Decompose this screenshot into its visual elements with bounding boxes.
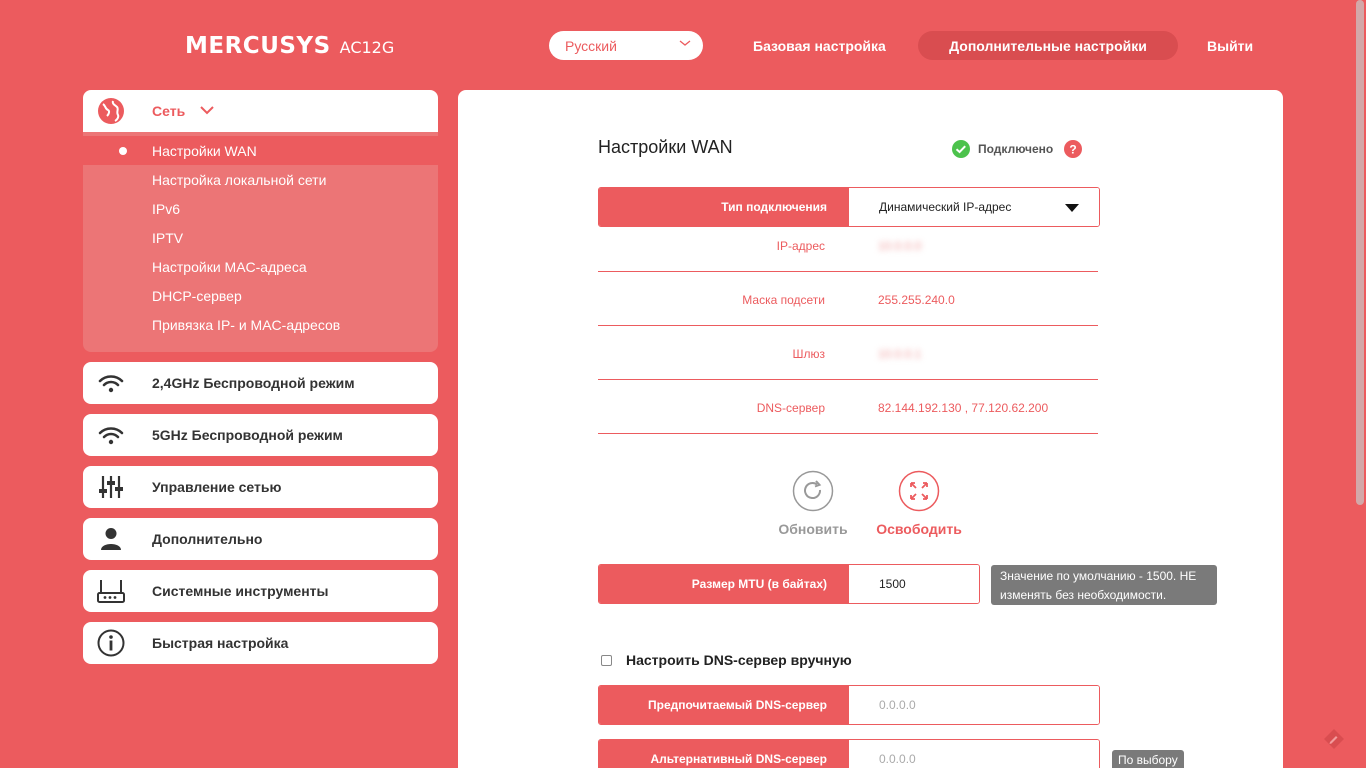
- refresh-button[interactable]: Обновить: [758, 470, 868, 537]
- sidebar-submenu-network: Настройки WAN Настройка локальной сети I…: [83, 132, 438, 352]
- release-button[interactable]: Освободить: [864, 470, 974, 537]
- nav-basic-settings[interactable]: Базовая настройка: [753, 31, 886, 60]
- preferred-dns-label: Предпочитаемый DNS-сервер: [599, 686, 849, 724]
- status-text: Подключено: [978, 142, 1054, 156]
- sidebar-item-label: DHCP-сервер: [152, 287, 242, 304]
- sidebar-section-label: Управление сетью: [152, 479, 282, 495]
- language-value: Русский: [565, 37, 617, 54]
- alternate-dns-label: Альтернативный DNS-сервер: [599, 740, 849, 768]
- sidebar-section-label: Быстрая настройка: [152, 635, 289, 651]
- dropdown-triangle-icon: [1065, 204, 1079, 212]
- user-icon: [96, 524, 126, 554]
- info-row-gateway: Шлюз 10.0.0.1: [598, 326, 1098, 380]
- mask-value: 255.255.240.0: [878, 293, 955, 307]
- wifi-icon: [96, 420, 126, 450]
- preferred-dns-row: Предпочитаемый DNS-сервер 0.0.0.0: [598, 685, 1100, 725]
- dns-value: 82.144.192.130 , 77.120.62.200: [878, 401, 1049, 415]
- mtu-label: Размер MTU (в байтах): [599, 565, 849, 603]
- connection-type-value: Динамический IP-адрес: [879, 200, 1012, 214]
- sidebar-item-wan[interactable]: Настройки WAN: [83, 136, 438, 165]
- sidebar-section-label: 5GHz Беспроводной режим: [152, 427, 343, 443]
- sidebar-item-label: IPv6: [152, 200, 181, 217]
- gateway-value: 10.0.0.1: [878, 347, 922, 361]
- page-scrollbar[interactable]: [1356, 0, 1364, 505]
- sidebar-item-label: Настройки WAN: [152, 142, 257, 159]
- manual-dns-option[interactable]: Настроить DNS-сервер вручную: [601, 652, 852, 668]
- sidebar-item-mac[interactable]: Настройки MAC-адреса: [83, 252, 438, 281]
- alternate-dns-input[interactable]: 0.0.0.0: [849, 740, 1099, 768]
- mtu-row: Размер MTU (в байтах) 1500: [598, 564, 980, 604]
- info-row-mask: Маска подсети 255.255.240.0: [598, 272, 1098, 326]
- ip-label: IP-адрес: [776, 239, 825, 253]
- sidebar-section-label: Сеть: [152, 103, 186, 119]
- wifi-icon: [96, 368, 126, 398]
- page-title: Настройки WAN: [598, 137, 733, 157]
- manual-dns-label: Настроить DNS-сервер вручную: [626, 652, 852, 668]
- sidebar-section-advanced[interactable]: Дополнительно: [83, 518, 438, 560]
- refresh-label: Обновить: [778, 521, 848, 537]
- sidebar-item-dhcp[interactable]: DHCP-сервер: [83, 281, 438, 310]
- model-name: AC12G: [339, 38, 395, 57]
- alternate-dns-row: Альтернативный DNS-сервер 0.0.0.0: [598, 739, 1100, 768]
- sidebar-item-label: Привязка IP- и MAC-адресов: [152, 316, 341, 333]
- sidebar-item-ipv6[interactable]: IPv6: [83, 194, 438, 223]
- globe-icon: [96, 96, 126, 126]
- mask-label: Маска подсети: [742, 293, 825, 307]
- manual-dns-checkbox[interactable]: [601, 654, 612, 666]
- main-panel: Настройки WAN Подключено ? Тип подключен…: [458, 90, 1283, 768]
- info-row-ip: IP-адрес 10.0.0.0: [598, 218, 1098, 272]
- chevron-down-icon: [679, 40, 691, 46]
- release-label: Освободить: [876, 521, 962, 537]
- chevron-down-icon: [200, 106, 214, 115]
- gateway-label: Шлюз: [792, 347, 825, 361]
- router-icon: [96, 576, 126, 606]
- sidebar-section-wireless-24[interactable]: 2,4GHz Беспроводной режим: [83, 362, 438, 404]
- sidebar-item-label: Настройка локальной сети: [152, 171, 327, 188]
- sidebar-item-ip-mac-binding[interactable]: Привязка IP- и MAC-адресов: [83, 310, 438, 339]
- check-circle-icon: [952, 140, 970, 158]
- sidebar-item-label: IPTV: [152, 229, 184, 246]
- language-select[interactable]: Русский: [549, 31, 703, 60]
- sidebar-section-label: 2,4GHz Беспроводной режим: [152, 375, 355, 391]
- sliders-icon: [96, 472, 126, 502]
- sidebar-section-network[interactable]: Сеть: [83, 90, 438, 132]
- preferred-dns-input[interactable]: 0.0.0.0: [849, 686, 1099, 724]
- brand-logo: MERCUSYS AC12G: [185, 33, 394, 59]
- sidebar-section-label: Дополнительно: [152, 531, 263, 547]
- sidebar-item-lan[interactable]: Настройка локальной сети: [83, 165, 438, 194]
- pencil-icon[interactable]: [1322, 727, 1346, 751]
- mtu-hint: Значение по умолчанию - 1500. НЕ изменят…: [991, 565, 1217, 605]
- sidebar-section-network-control[interactable]: Управление сетью: [83, 466, 438, 508]
- ip-value: 10.0.0.0: [878, 239, 922, 253]
- brand-name: MERCUSYS: [185, 33, 331, 59]
- sidebar-section-label: Системные инструменты: [152, 583, 329, 599]
- sidebar-item-iptv[interactable]: IPTV: [83, 223, 438, 252]
- sidebar-item-label: Настройки MAC-адреса: [152, 258, 307, 275]
- sidebar-section-quick-setup[interactable]: Быстрая настройка: [83, 622, 438, 664]
- info-icon: [96, 628, 126, 658]
- svg-text:?: ?: [1069, 143, 1076, 157]
- connection-status: Подключено: [952, 140, 1053, 158]
- info-row-dns: DNS-сервер 82.144.192.130 , 77.120.62.20…: [598, 380, 1098, 434]
- alternate-dns-hint: По выбору: [1112, 750, 1184, 768]
- dns-label: DNS-сервер: [756, 401, 825, 415]
- help-icon[interactable]: ?: [1064, 140, 1082, 158]
- logout-button[interactable]: Выйти: [1207, 31, 1253, 60]
- mtu-input[interactable]: 1500: [849, 565, 979, 603]
- sidebar-section-wireless-5[interactable]: 5GHz Беспроводной режим: [83, 414, 438, 456]
- refresh-icon: [792, 470, 834, 512]
- active-dot-icon: [119, 147, 127, 155]
- sidebar-section-system-tools[interactable]: Системные инструменты: [83, 570, 438, 612]
- release-icon: [898, 470, 940, 512]
- nav-advanced-settings[interactable]: Дополнительные настройки: [918, 31, 1178, 60]
